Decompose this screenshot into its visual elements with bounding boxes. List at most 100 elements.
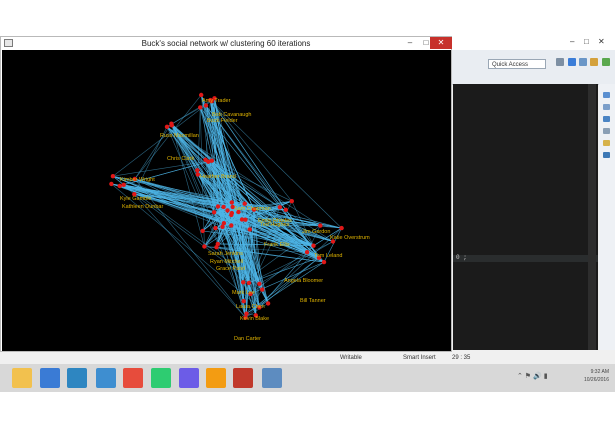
current-line-highlight <box>453 255 598 262</box>
eclipse-minimize-button[interactable]: – <box>570 36 574 48</box>
taskbar-app-chrome[interactable] <box>123 368 143 388</box>
network-node <box>211 210 217 215</box>
network-node <box>339 225 344 231</box>
network-node <box>229 200 234 205</box>
writable-status: Writable <box>340 355 362 361</box>
node-label: Emily Rhodes <box>258 218 292 224</box>
network-node <box>283 207 288 212</box>
network-node <box>321 259 327 265</box>
perspective-git-icon[interactable] <box>602 58 610 66</box>
eclipse-maximize-button[interactable]: □ <box>584 36 589 48</box>
node-label: Jim Gordon <box>302 229 330 235</box>
network-node <box>117 183 122 189</box>
eclipse-close-button[interactable]: ✕ <box>598 36 605 48</box>
tray-icons[interactable]: ⌃ ⚑ 🔊 ▮ <box>517 372 548 380</box>
problems-icon[interactable] <box>603 116 610 122</box>
console-icon[interactable] <box>603 152 610 158</box>
taskbar-app-network[interactable] <box>67 368 87 388</box>
minimize-button[interactable]: – <box>402 37 418 49</box>
node-label: Grace Patel <box>216 266 245 272</box>
taskbar-app-file-explorer[interactable] <box>12 368 32 388</box>
node-label: Sarah Jenkins <box>208 251 243 257</box>
network-node <box>311 243 316 248</box>
insert-mode-status: Smart Insert <box>403 355 436 361</box>
network-node <box>246 280 252 286</box>
window-titlebar[interactable]: Buck's social network w/ clustering 60 i… <box>1 37 452 50</box>
node-label: Heather Brand <box>200 174 236 180</box>
side-toolbar <box>599 84 615 350</box>
eclipse-window[interactable]: – □ ✕ Quick Access 0 ; <box>452 36 615 356</box>
console-text: 0 ; <box>456 254 467 261</box>
node-label: Bill Tanner <box>300 298 326 304</box>
network-node <box>213 225 218 231</box>
node-label: Kevin Blake <box>240 316 269 322</box>
task-icon[interactable] <box>603 104 610 110</box>
node-label: Kimber Wright <box>120 177 155 183</box>
eclipse-toolbar: Quick Access <box>452 50 615 85</box>
window-title: Buck's social network w/ clustering 60 i… <box>141 39 311 48</box>
network-node <box>241 280 246 285</box>
network-node <box>247 227 252 232</box>
network-node <box>206 159 211 164</box>
network-node <box>198 105 203 110</box>
network-node <box>221 204 226 210</box>
taskbar-app-settings[interactable] <box>206 368 226 388</box>
node-label: Sam Chapman <box>234 206 271 212</box>
eclipse-titlebar[interactable]: – □ ✕ <box>452 36 615 50</box>
declaration-icon[interactable] <box>603 140 610 146</box>
outline-icon[interactable] <box>603 92 610 98</box>
node-label: Laura Chen <box>236 304 265 310</box>
network-node <box>200 228 205 234</box>
node-label: Kyle Gamble <box>120 196 152 202</box>
network-node <box>318 223 323 228</box>
clock-time: 9:32 AM <box>590 369 609 375</box>
node-label: Russ Macmillan <box>160 133 199 139</box>
javadoc-icon[interactable] <box>603 128 610 134</box>
network-node <box>277 205 282 210</box>
perspective-java-icon[interactable] <box>568 58 576 66</box>
cursor-position: 29 : 35 <box>452 355 471 361</box>
network-node <box>241 299 246 304</box>
node-label: Tom Leland <box>314 253 342 259</box>
taskbar-app-java[interactable] <box>262 368 282 388</box>
network-node <box>164 124 170 129</box>
network-node <box>109 181 114 187</box>
perspective-debug-icon[interactable] <box>579 58 587 66</box>
taskbar-app-folder[interactable] <box>96 368 116 388</box>
node-label: Chris Clark <box>167 156 194 162</box>
node-label: Frank Ellis <box>264 242 290 248</box>
taskbar-app-wolfram[interactable] <box>233 368 253 388</box>
quick-access-input[interactable]: Quick Access <box>488 59 546 69</box>
network-graph: Amy TraderBob CavanaughBuck FielderRuss … <box>109 92 370 342</box>
network-node <box>110 174 116 179</box>
network-node <box>225 208 230 213</box>
network-canvas[interactable]: Amy Trader Bob Cavanaugh Buck Fielder Russ … <box>2 50 451 351</box>
console-view[interactable]: 0 ; <box>453 84 598 350</box>
toolbar-icon[interactable] <box>556 58 564 66</box>
network-node <box>257 281 262 286</box>
network-node <box>215 204 221 209</box>
taskbar: ⌃ ⚑ 🔊 ▮ 9:32 AM 10/26/2016 <box>0 364 615 392</box>
clock[interactable]: 9:32 AM 10/26/2016 <box>584 368 609 384</box>
node-label: Amy Trader <box>202 98 231 104</box>
network-node <box>121 182 126 187</box>
network-node <box>195 168 200 173</box>
perspective-resource-icon[interactable] <box>590 58 598 66</box>
node-label: Buck Fielder <box>207 118 238 124</box>
close-button[interactable]: ✕ <box>430 37 452 49</box>
node-label: Kathleen Dunbar <box>122 204 163 210</box>
console-scrollbar[interactable] <box>588 84 596 350</box>
node-label: Katie Overstrum <box>330 235 370 241</box>
blank-region <box>0 0 615 36</box>
network-node <box>260 287 265 292</box>
taskbar-app-media[interactable] <box>179 368 199 388</box>
network-node <box>221 221 227 226</box>
network-node <box>169 123 174 128</box>
taskbar-app-evernote[interactable] <box>151 368 171 388</box>
node-label: Dan Carter <box>234 336 261 342</box>
network-window[interactable]: Buck's social network w/ clustering 60 i… <box>0 36 452 352</box>
network-node <box>289 199 294 204</box>
node-label: Mark Lee <box>232 290 255 296</box>
network-node <box>199 92 204 98</box>
taskbar-app-photos[interactable] <box>40 368 60 388</box>
